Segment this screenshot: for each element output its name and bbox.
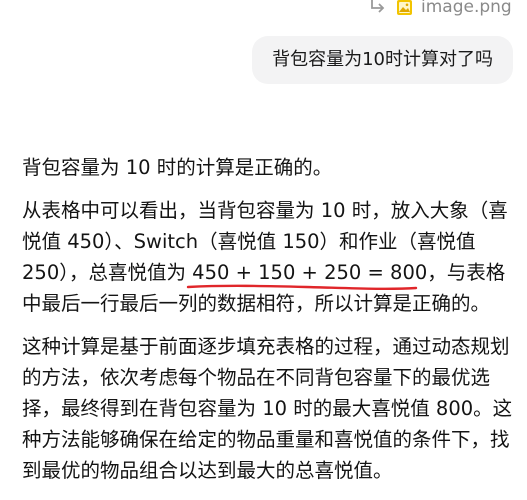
equation-text: 450 + 150 + 250 = 800， [192, 261, 447, 284]
assistant-message: 背包容量为 10 时的计算是正确的。 从表格中可以看出，当背包容量为 10 时，… [22, 152, 518, 498]
attachment-reference[interactable]: image.png [368, 0, 512, 20]
user-message-text: 背包容量为10时计算对了吗 [272, 49, 493, 70]
image-file-icon [397, 0, 412, 15]
assistant-paragraph-1: 背包容量为 10 时的计算是正确的。 [22, 156, 333, 179]
highlighted-equation: 450 + 150 + 250 = 800， [186, 257, 447, 291]
assistant-paragraph-2: 从表格中可以看出，当背包容量为 10 时，放入大象（喜悦值 450）、Switc… [22, 195, 518, 319]
user-message-bubble: 背包容量为10时计算对了吗 [252, 36, 513, 84]
assistant-paragraph-3: 这种计算是基于前面逐步填充表格的过程，通过动态规划的方法，依次考虑每个物品在不同… [22, 335, 513, 482]
reply-arrow-icon [371, 0, 385, 13]
attachment-filename[interactable]: image.png [421, 0, 512, 17]
chat-view: image.png 背包容量为10时计算对了吗 背包容量为 10 时的计算是正确… [0, 0, 527, 500]
